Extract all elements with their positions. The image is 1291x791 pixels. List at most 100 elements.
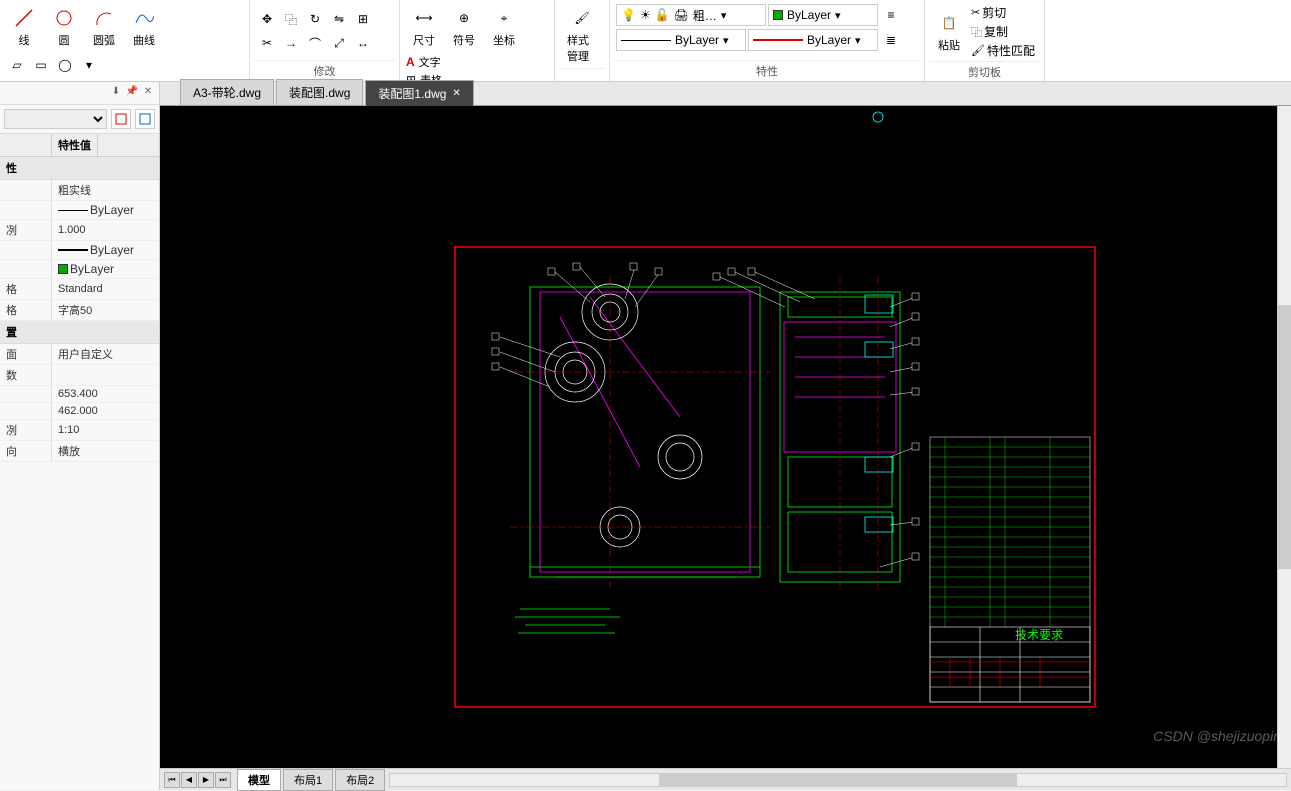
match-props-icon[interactable]: ≣: [880, 29, 902, 51]
layout2-tab[interactable]: 布局2: [335, 769, 385, 791]
coord-tool[interactable]: ⌖坐标: [486, 4, 522, 50]
filter-icon[interactable]: [111, 109, 131, 129]
ribbon-group-annotate: ⟷尺寸 ⊕符号 ⌖坐标 A文字 ⊞表格 标注: [400, 0, 555, 81]
prev-icon[interactable]: ◀: [181, 772, 197, 788]
trim-icon[interactable]: ✂: [256, 32, 278, 54]
array-icon[interactable]: ⊞: [352, 8, 374, 30]
section-general: 性: [0, 157, 159, 180]
scroll-thumb[interactable]: [659, 774, 1017, 786]
object-select[interactable]: [4, 109, 107, 129]
property-row[interactable]: ByLayer: [0, 201, 159, 220]
bulb-icon: 💡: [621, 8, 636, 22]
sun-icon: ☀: [640, 8, 651, 22]
property-row[interactable]: 格字高50: [0, 300, 159, 321]
property-row[interactable]: 面用户自定义: [0, 344, 159, 365]
grid-header: 特性值: [0, 134, 159, 157]
print-icon: 🖨: [674, 8, 689, 22]
doc-tab-active[interactable]: 装配图1.dwg✕: [365, 80, 473, 106]
lineweight-preview-icon: [753, 39, 803, 41]
quickselect-icon[interactable]: [135, 109, 155, 129]
color-swatch-icon: [773, 10, 783, 20]
match-button[interactable]: 🖌 特性匹配: [971, 42, 1035, 59]
style-manager[interactable]: 🖌样式管理: [561, 4, 603, 66]
ribbon-group-draw: 线 圆 圆弧 曲线 ▱ ▭ ◯ ▾ · ▨ ⋯ ▾ 绘图: [0, 0, 250, 81]
group-title: 剪切板: [929, 61, 1040, 82]
scrollbar-vertical[interactable]: [1277, 106, 1291, 768]
symbol-tool[interactable]: ⊕符号: [446, 4, 482, 50]
scale-icon[interactable]: ⤢: [328, 32, 350, 54]
stretch-icon[interactable]: ↔: [352, 32, 374, 54]
document-tabs: A3-带轮.dwg 装配图.dwg 装配图1.dwg✕: [160, 82, 1291, 106]
color-dropdown[interactable]: ByLayer▾: [768, 4, 878, 26]
property-row[interactable]: 粗实线: [0, 180, 159, 201]
ribbon-group-modify: ✥ ⿻ ↻ ⇋ ⊞ ✂ → ⌒ ⤢ ↔ 修改: [250, 0, 400, 81]
lineweight-dropdown[interactable]: ByLayer▾: [748, 29, 878, 51]
model-tab[interactable]: 模型: [237, 769, 281, 791]
property-row[interactable]: 格Standard: [0, 279, 159, 300]
ellipse-icon[interactable]: ◯: [54, 54, 76, 76]
symbol-icon: ⊕: [452, 6, 476, 30]
fillet-icon[interactable]: ⌒: [304, 32, 326, 54]
property-row[interactable]: 462.000: [0, 403, 159, 420]
spline-tool[interactable]: 曲线: [126, 4, 162, 50]
cad-drawing: 技术要求: [160, 106, 1291, 768]
line-tool[interactable]: 线: [6, 4, 42, 50]
property-row[interactable]: 653.400: [0, 386, 159, 403]
dropdown-icon[interactable]: ▾: [78, 54, 100, 76]
dim-icon: ⟷: [412, 6, 436, 30]
paste-button[interactable]: 📋粘贴: [931, 9, 967, 55]
spline-icon: [132, 6, 156, 30]
move-icon[interactable]: ✥: [256, 8, 278, 30]
rotate-icon[interactable]: ↻: [304, 8, 326, 30]
ribbon: 线 圆 圆弧 曲线 ▱ ▭ ◯ ▾ · ▨ ⋯ ▾ 绘图: [0, 0, 1291, 82]
property-row[interactable]: ByLayer: [0, 241, 159, 260]
layer-props-icon[interactable]: ≡: [880, 4, 902, 26]
properties-panel: ⬇ 📌 ✕ 特性值 性 粗实线ByLayer冽1.000ByLayerByLay…: [0, 82, 160, 790]
next-icon[interactable]: ▶: [198, 772, 214, 788]
rect-icon[interactable]: ▭: [30, 54, 52, 76]
property-row[interactable]: 冽1:10: [0, 420, 159, 441]
doc-tab[interactable]: 装配图.dwg: [276, 79, 363, 105]
coord-icon: ⌖: [492, 6, 516, 30]
copy-button[interactable]: ⿻ 复制: [971, 23, 1035, 40]
line-icon: [12, 6, 36, 30]
lock-icon: 🔓: [655, 8, 670, 22]
dimension-tool[interactable]: ⟷尺寸: [406, 4, 442, 50]
pin-icon[interactable]: ⬇: [109, 86, 123, 100]
cut-button[interactable]: ✂ 剪切: [971, 4, 1035, 21]
layer-dropdown[interactable]: 💡☀🔓🖨 粗…▾: [616, 4, 766, 26]
arc-tool[interactable]: 圆弧: [86, 4, 122, 50]
scrollbar-horizontal[interactable]: [389, 773, 1287, 787]
close-icon[interactable]: ✕: [452, 88, 460, 99]
ribbon-group-style: 🖌样式管理: [555, 0, 610, 81]
work-area: A3-带轮.dwg 装配图.dwg 装配图1.dwg✕: [160, 82, 1291, 790]
style-icon: 🖌: [570, 6, 594, 30]
linetype-dropdown[interactable]: ByLayer▾: [616, 29, 746, 51]
property-row[interactable]: 冽1.000: [0, 220, 159, 241]
property-row[interactable]: ByLayer: [0, 260, 159, 279]
arc-icon: [92, 6, 116, 30]
circle-tool[interactable]: 圆: [46, 4, 82, 50]
linetype-preview-icon: [621, 40, 671, 41]
poly-icon[interactable]: ▱: [6, 54, 28, 76]
svg-text:技术要求: 技术要求: [1015, 628, 1063, 642]
last-icon[interactable]: ⏭: [215, 772, 231, 788]
drawing-canvas[interactable]: 技术要求 CSDN @shejizuopin: [160, 106, 1291, 768]
section-settings: 置: [0, 321, 159, 344]
layout1-tab[interactable]: 布局1: [283, 769, 333, 791]
text-tool[interactable]: A文字: [406, 54, 442, 70]
property-row[interactable]: 向横放: [0, 441, 159, 462]
group-title: 特性: [614, 60, 920, 81]
bottom-bar: ⏮ ◀ ▶ ⏭ 模型 布局1 布局2: [160, 768, 1291, 790]
property-row[interactable]: 数: [0, 365, 159, 386]
copy-icon[interactable]: ⿻: [280, 8, 302, 30]
extend-icon[interactable]: →: [280, 32, 302, 54]
close-icon[interactable]: ✕: [141, 86, 155, 100]
mirror-icon[interactable]: ⇋: [328, 8, 350, 30]
doc-tab[interactable]: A3-带轮.dwg: [180, 79, 274, 105]
pin-icon[interactable]: 📌: [125, 86, 139, 100]
scroll-thumb[interactable]: [1278, 305, 1291, 570]
ribbon-group-clipboard: 📋粘贴 ✂ 剪切 ⿻ 复制 🖌 特性匹配 剪切板: [925, 0, 1045, 81]
first-icon[interactable]: ⏮: [164, 772, 180, 788]
group-title: 修改: [254, 60, 395, 81]
